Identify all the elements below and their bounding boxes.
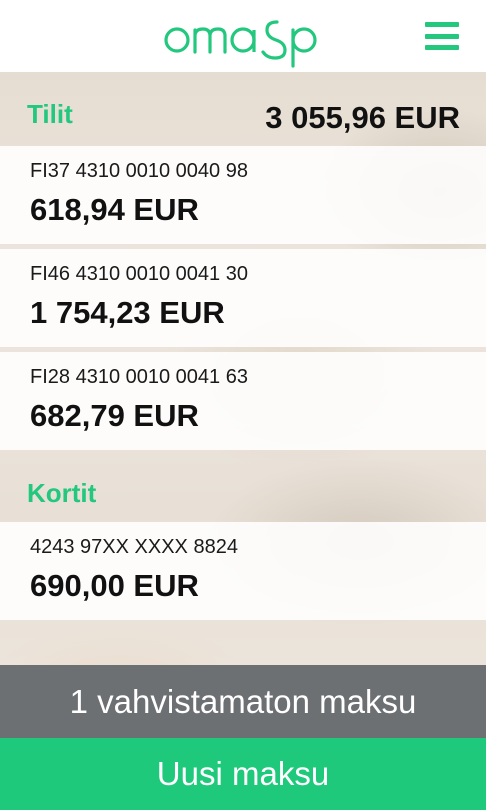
card-number: 4243 97XX XXXX 8824	[30, 536, 238, 558]
app-header	[0, 0, 486, 72]
account-number: FI37 4310 0010 0040 98	[30, 160, 248, 182]
menu-bar	[425, 22, 459, 27]
account-balance: 682,79 EUR	[30, 398, 199, 433]
new-payment-button[interactable]: Uusi maksu	[0, 738, 486, 810]
account-row[interactable]: FI37 4310 0010 0040 98 618,94 EUR	[0, 146, 486, 244]
accounts-total: 3 055,96 EUR	[265, 100, 460, 135]
omasp-logo[interactable]	[163, 6, 323, 68]
cards-title: Kortit	[27, 478, 97, 508]
menu-bar	[425, 33, 459, 39]
menu-bar	[425, 45, 459, 50]
account-row[interactable]: FI46 4310 0010 0041 30 1 754,23 EUR	[0, 249, 486, 347]
omasp-logo-mark	[164, 20, 317, 68]
hamburger-menu-icon[interactable]	[425, 22, 459, 50]
accounts-title: Tilit	[27, 99, 73, 129]
account-number: FI46 4310 0010 0041 30	[30, 263, 248, 285]
account-balance: 1 754,23 EUR	[30, 295, 225, 330]
accounts-section-header: Tilit 3 055,96 EUR	[0, 72, 486, 144]
card-row[interactable]: 4243 97XX XXXX 8824 690,00 EUR	[0, 522, 486, 620]
card-balance: 690,00 EUR	[30, 568, 199, 603]
account-balance: 618,94 EUR	[30, 192, 199, 227]
account-number: FI28 4310 0010 0041 63	[30, 366, 248, 388]
cards-section-header: Kortit	[0, 450, 486, 522]
pending-payments-button[interactable]: 1 vahvistamaton maksu	[0, 665, 486, 738]
account-row[interactable]: FI28 4310 0010 0041 63 682,79 EUR	[0, 352, 486, 450]
